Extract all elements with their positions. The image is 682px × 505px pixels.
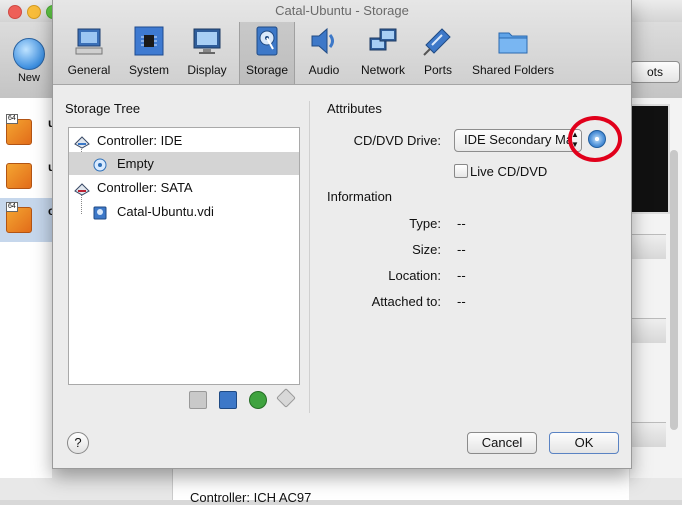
remove-attachment-icon[interactable] — [219, 391, 237, 409]
info-size-label: Size: — [412, 242, 441, 257]
snapshots-button[interactable]: ots — [630, 61, 680, 83]
tree-item-ide-controller[interactable]: Controller: IDE — [69, 129, 299, 152]
info-location-value: -- — [457, 268, 466, 283]
help-button[interactable]: ? — [67, 432, 89, 454]
folder-icon — [497, 25, 529, 57]
new-vm-label: New — [17, 72, 40, 84]
cd-icon — [93, 156, 107, 172]
storage-tree[interactable]: Controller: IDE Empty Controller: SATA C… — [68, 127, 300, 385]
system-chip-icon — [133, 25, 165, 57]
ok-button[interactable]: OK — [549, 432, 619, 454]
details-section-header[interactable] — [630, 422, 666, 447]
vm-list-item[interactable]: 64 u — [0, 110, 55, 154]
tree-item-label: Controller: IDE — [97, 133, 183, 148]
storage-disk-icon — [251, 25, 283, 57]
tab-ports-label: Ports — [423, 63, 452, 77]
live-cd-label[interactable]: Live CD/DVD — [470, 164, 547, 179]
tab-display-label: Display — [187, 63, 227, 77]
details-scrollbar[interactable] — [670, 150, 678, 430]
dialog-title: Catal-Ubuntu - Storage — [275, 3, 409, 18]
tab-network[interactable]: Network — [353, 22, 413, 84]
audio-controller-text: Controller: ICH AC97 — [190, 490, 312, 505]
hard-disk-icon — [93, 204, 107, 220]
info-size-value: -- — [457, 242, 466, 257]
tree-item-label: Catal-Ubuntu.vdi — [117, 204, 214, 219]
info-type-label: Type: — [409, 216, 441, 231]
tab-storage-label: Storage — [245, 63, 289, 77]
details-section-header[interactable] — [630, 318, 666, 343]
tab-general-label: General — [67, 63, 111, 77]
tree-item-vdi-disk[interactable]: Catal-Ubuntu.vdi — [69, 200, 299, 223]
display-icon — [191, 25, 223, 57]
arch-badge: 64 — [6, 202, 18, 212]
details-section-header[interactable] — [630, 234, 666, 259]
tab-shared-folders-label: Shared Folders — [471, 63, 555, 77]
attributes-heading: Attributes — [327, 101, 382, 116]
arch-badge: 64 — [6, 114, 18, 124]
vm-list-item[interactable]: u — [0, 154, 55, 198]
storage-tree-heading: Storage Tree — [65, 101, 141, 116]
tree-item-label: Empty — [117, 156, 154, 171]
highlight-circle — [568, 116, 622, 162]
cd-drive-select-value: IDE Secondary Master — [464, 132, 582, 147]
new-vm-button[interactable]: New — [6, 24, 52, 96]
tab-storage[interactable]: Storage — [239, 22, 295, 84]
sata-controller-icon — [74, 180, 90, 196]
add-attachment-icon[interactable] — [189, 391, 207, 409]
speaker-icon — [308, 25, 340, 57]
storage-tree-toolbar — [53, 388, 313, 409]
info-attached-label: Attached to: — [371, 294, 441, 309]
information-heading: Information — [327, 189, 393, 204]
tab-system-label: System — [128, 63, 169, 77]
tree-item-empty-cd[interactable]: Empty — [69, 152, 299, 175]
live-cd-checkbox[interactable] — [454, 164, 468, 178]
tab-display[interactable]: Display — [181, 22, 233, 84]
vm-list: 64 u u 64 c — [0, 98, 55, 478]
ports-icon — [422, 25, 454, 57]
general-icon — [73, 25, 105, 57]
remove-controller-icon[interactable] — [276, 388, 296, 408]
new-vm-icon — [13, 38, 45, 70]
vm-preview — [630, 104, 670, 214]
add-controller-icon[interactable] — [249, 391, 267, 409]
ubuntu-os-icon — [6, 163, 32, 189]
close-window-button[interactable] — [8, 5, 22, 19]
tab-audio[interactable]: Audio — [299, 22, 349, 84]
info-location-label: Location: — [388, 268, 441, 283]
tree-item-label: Controller: SATA — [97, 180, 193, 195]
info-attached-value: -- — [457, 294, 466, 309]
storage-settings-dialog: Catal-Ubuntu - Storage General System Di… — [52, 0, 632, 469]
tab-shared-folders[interactable]: Shared Folders — [467, 22, 559, 84]
tree-item-sata-controller[interactable]: Controller: SATA — [69, 176, 299, 199]
ide-controller-icon — [74, 133, 90, 149]
tab-general[interactable]: General — [63, 22, 115, 84]
tab-audio-label: Audio — [308, 63, 340, 77]
cancel-button[interactable]: Cancel — [467, 432, 537, 454]
cd-drive-select[interactable]: IDE Secondary Master ▲ ▼ — [454, 129, 582, 152]
tab-ports[interactable]: Ports — [417, 22, 459, 84]
tab-system[interactable]: System — [121, 22, 177, 84]
info-type-value: -- — [457, 216, 466, 231]
network-icon — [367, 25, 399, 57]
tab-network-label: Network — [360, 63, 405, 77]
panel-divider — [309, 101, 310, 413]
cd-drive-label: CD/DVD Drive: — [353, 133, 441, 148]
minimize-window-button[interactable] — [27, 5, 41, 19]
vm-list-item-selected[interactable]: 64 c — [0, 198, 55, 242]
